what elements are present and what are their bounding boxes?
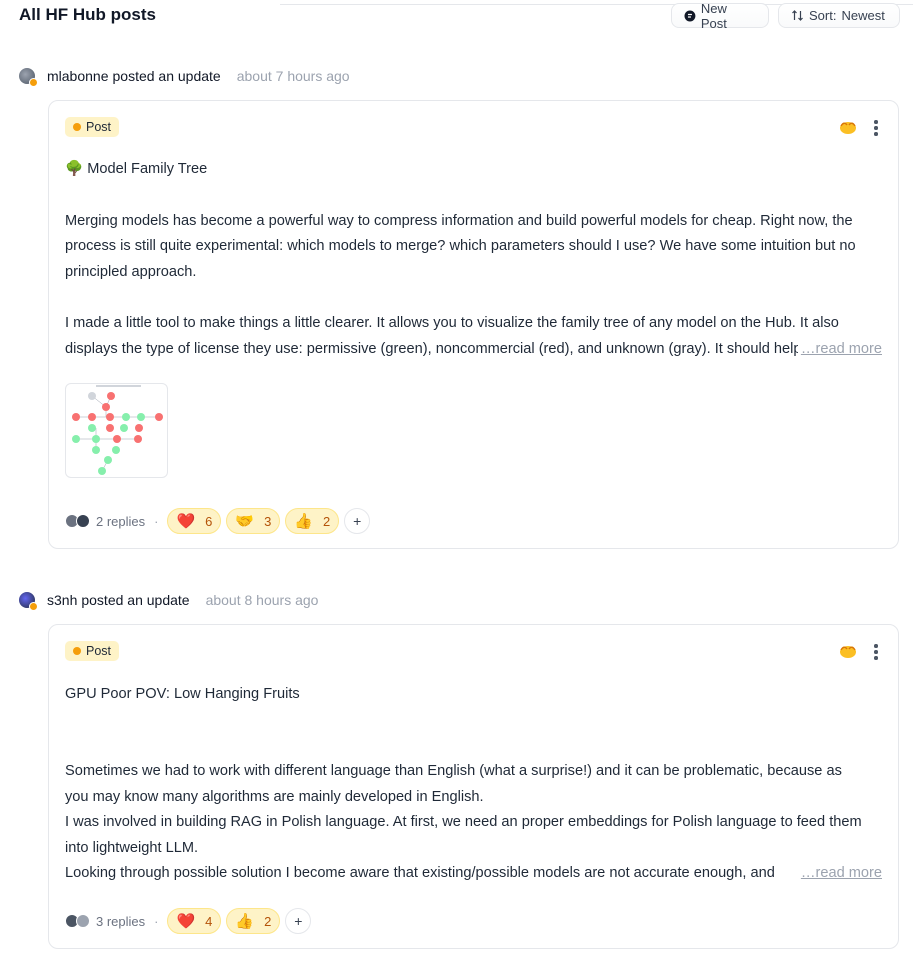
post-line: you may know many algorithms are mainly … bbox=[65, 789, 484, 805]
reaction-heart[interactable]: ❤️ 6 bbox=[167, 508, 222, 534]
reaction-thumbs-up[interactable]: 👍 2 bbox=[226, 908, 281, 934]
post-time[interactable]: about 8 hours ago bbox=[206, 592, 319, 608]
post-line: Sometimes we had to work with different … bbox=[65, 763, 842, 779]
reaction-handshake[interactable]: 🤝 3 bbox=[226, 508, 281, 534]
post-badge: Post bbox=[65, 641, 120, 661]
sort-value: Newest bbox=[841, 8, 885, 23]
post-line: into lightweight LLM. bbox=[65, 840, 199, 856]
badge-dot bbox=[73, 647, 81, 655]
post-verb: posted an update bbox=[81, 592, 190, 608]
heart-icon: ❤️ bbox=[176, 512, 196, 530]
sort-arrows-icon bbox=[792, 10, 803, 21]
replies-link[interactable]: 3 replies bbox=[96, 914, 145, 929]
new-post-label: New Post bbox=[700, 0, 727, 31]
reaction-count: 2 bbox=[264, 913, 272, 929]
page-title: All HF Hub posts bbox=[19, 5, 156, 24]
chat-bubble-icon bbox=[684, 10, 696, 21]
thumbs-up-icon: 👍 bbox=[294, 512, 314, 530]
post-line: 🌳 Model Family Tree bbox=[65, 161, 208, 177]
avatar bbox=[76, 514, 90, 528]
reaction-heart[interactable]: ❤️ 4 bbox=[167, 908, 222, 934]
reply-avatars bbox=[65, 514, 90, 528]
status-dot bbox=[29, 78, 38, 87]
heart-icon: ❤️ bbox=[176, 912, 196, 930]
author-name[interactable]: mlabonne bbox=[47, 68, 109, 84]
add-reaction-button[interactable]: + bbox=[344, 508, 371, 534]
reaction-count: 4 bbox=[205, 913, 213, 929]
post-footer: 2 replies · ❤️ 6 🤝 3 👍 2 + bbox=[65, 507, 371, 535]
post-image-thumbnail[interactable] bbox=[65, 383, 168, 478]
thumbs-up-icon: 👍 bbox=[235, 912, 255, 930]
post-time[interactable]: about 7 hours ago bbox=[237, 68, 350, 84]
more-options-icon[interactable] bbox=[874, 644, 878, 660]
family-tree-image bbox=[72, 385, 163, 475]
badge-label: Post bbox=[86, 644, 112, 658]
post-card: Post 🌳 Model Family Tree Merging models … bbox=[48, 100, 899, 549]
author-name[interactable]: s3nh bbox=[47, 592, 77, 608]
more-options-icon[interactable] bbox=[874, 120, 878, 136]
hugging-hands-icon[interactable] bbox=[838, 119, 858, 135]
hugging-hands-icon[interactable] bbox=[838, 643, 858, 659]
post-line: Merging models has become a powerful way… bbox=[65, 213, 853, 229]
badge-label: Post bbox=[86, 120, 112, 134]
reply-avatars bbox=[65, 914, 90, 928]
post-header: mlabonne posted an update about 7 hours … bbox=[19, 65, 350, 87]
reaction-count: 6 bbox=[205, 513, 213, 529]
reaction-count: 3 bbox=[264, 513, 272, 529]
status-dot bbox=[29, 602, 38, 611]
post-badge: Post bbox=[65, 117, 120, 137]
post-line: I was involved in building RAG in Polish… bbox=[65, 814, 862, 830]
avatar bbox=[76, 914, 90, 928]
handshake-icon: 🤝 bbox=[235, 512, 255, 530]
separator-dot: · bbox=[154, 513, 159, 529]
post-verb: posted an update bbox=[112, 68, 221, 84]
post-header: s3nh posted an update about 8 hours ago bbox=[19, 589, 318, 611]
new-post-button[interactable]: New Post bbox=[671, 0, 769, 31]
read-more-link[interactable]: …read more bbox=[798, 861, 882, 887]
replies-link[interactable]: 2 replies bbox=[96, 514, 145, 529]
add-reaction-button[interactable]: + bbox=[285, 908, 312, 934]
post-line: Looking through possible solution I beco… bbox=[65, 865, 775, 881]
avatar[interactable] bbox=[19, 592, 38, 611]
post-line: I made a little tool to make things a li… bbox=[65, 315, 839, 331]
reaction-count: 2 bbox=[323, 513, 331, 529]
sort-label: Sort: bbox=[809, 8, 837, 23]
badge-dot bbox=[73, 123, 81, 131]
post-line: process is still quite experimental: whi… bbox=[65, 238, 856, 254]
post-line: principled approach. bbox=[65, 264, 197, 280]
sort-button[interactable]: Sort: Newest bbox=[778, 3, 900, 28]
post-line: GPU Poor POV: Low Hanging Fruits bbox=[65, 686, 300, 702]
post-footer: 3 replies · ❤️ 4 👍 2 + bbox=[65, 907, 312, 935]
separator-dot: · bbox=[154, 913, 159, 929]
post-card: Post GPU Poor POV: Low Hanging Fruits So… bbox=[48, 624, 899, 949]
reaction-thumbs-up[interactable]: 👍 2 bbox=[285, 508, 340, 534]
avatar[interactable] bbox=[19, 68, 38, 87]
read-more-link[interactable]: …read more bbox=[798, 337, 882, 363]
post-line: displays the type of license they use: p… bbox=[65, 341, 798, 357]
